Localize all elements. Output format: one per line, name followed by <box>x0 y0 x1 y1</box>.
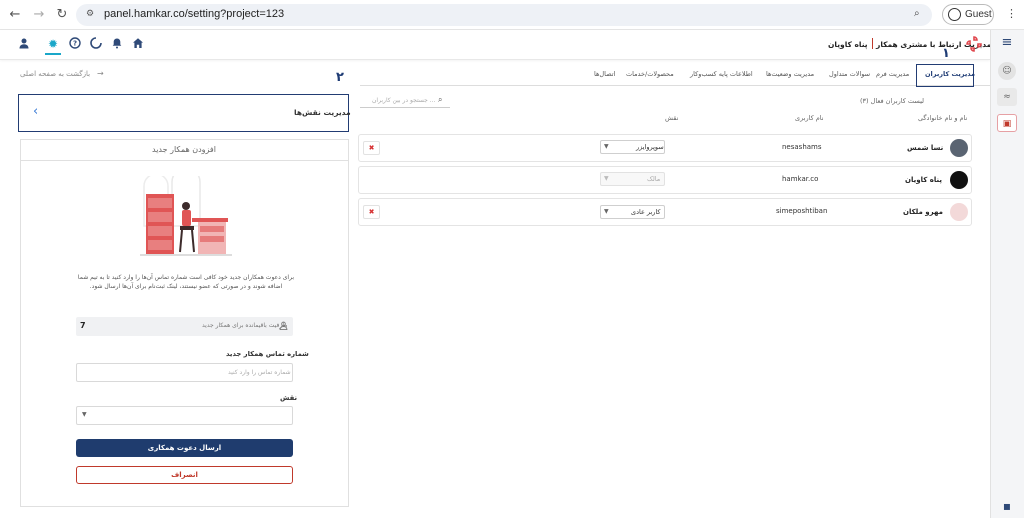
forward-arrow-icon[interactable]: → <box>30 6 48 24</box>
browser-menu-icon[interactable]: ⋮ <box>1006 7 1017 20</box>
role-select-value: کاربر عادی <box>631 208 661 216</box>
chevron-down-icon: ▼ <box>604 175 609 182</box>
marker-1: ۱ <box>942 46 950 61</box>
remove-user-button[interactable]: ✖ <box>363 141 380 155</box>
invite-card-title: افزودن همکار جدید <box>152 145 216 154</box>
user-username: nesashams <box>782 143 822 151</box>
user-row[interactable] <box>358 198 972 226</box>
tab-business-info[interactable]: اطلاعات پایه کسب‌وکار <box>690 70 753 78</box>
refresh-circle-icon[interactable] <box>89 37 103 51</box>
user-icon[interactable] <box>17 37 31 51</box>
chevron-left-icon[interactable]: ‹ <box>33 104 38 119</box>
user-full-name: پناه کاویان <box>905 176 942 184</box>
active-users-count: لیست کاربران فعال (۳) <box>860 97 925 105</box>
phone-number-placeholder: شماره تماس را وارد کنید <box>228 369 291 376</box>
sidebar-contacts-icon[interactable]: ▣ <box>997 114 1017 132</box>
users-search-placeholder: جستجو در بین کاربران ... <box>372 97 436 104</box>
back-link-arrow-icon: → <box>97 69 104 78</box>
role-select-value: مالک <box>647 175 661 183</box>
role-dropdown[interactable] <box>76 406 293 425</box>
column-header-role: نقش <box>665 114 679 122</box>
back-arrow-icon[interactable]: ← <box>6 6 24 24</box>
remove-user-button[interactable]: ✖ <box>363 205 380 219</box>
tab-form-management[interactable]: مدیریت فرم <box>876 70 909 78</box>
company-name: پناه کاویان <box>828 40 868 49</box>
brand-logo[interactable] <box>966 36 982 56</box>
user-username: simeposhtiban <box>776 207 828 215</box>
search-icon[interactable]: ⌕ <box>438 95 442 105</box>
column-header-name: نام و نام خانوادگی <box>918 114 968 122</box>
site-info-icon[interactable]: ⚙ <box>86 9 94 19</box>
user-full-name: نسا شمس <box>907 144 944 152</box>
profile-icon <box>948 8 961 21</box>
zoom-icon[interactable]: ⌕ <box>914 8 920 19</box>
sidebar-chart-icon[interactable]: ≈ <box>997 88 1017 106</box>
chevron-down-icon: ▼ <box>604 208 609 215</box>
tab-status-management[interactable]: مدیریت وضعیت‌ها <box>766 70 814 78</box>
user-row[interactable] <box>358 134 972 162</box>
sidebar-avatar-icon[interactable]: ☺ <box>998 62 1016 80</box>
brand-separator <box>872 38 873 49</box>
help-icon[interactable]: ? <box>68 37 82 51</box>
capacity-value: 7 <box>80 321 86 330</box>
reload-icon[interactable]: ↻ <box>53 6 71 24</box>
user-row[interactable] <box>358 166 972 194</box>
cancel-button[interactable]: انصراف <box>76 466 293 484</box>
phone-field-label: شماره تماس همکار جدید <box>226 350 309 358</box>
send-invite-button[interactable]: ارسال دعوت همکاری <box>76 439 293 457</box>
settings-active-indicator <box>45 53 61 55</box>
roles-management-title: مدیریت نقش‌ها <box>294 108 351 117</box>
hamburger-menu-icon[interactable]: ≡ <box>997 34 1017 52</box>
svg-text:?: ? <box>73 40 77 48</box>
invite-description: برای دعوت همکاران جدید خود کافی است شمار… <box>77 274 295 290</box>
avatar <box>950 139 968 157</box>
tab-users-management[interactable]: مدیریت کاربران <box>925 70 975 78</box>
team-illustration <box>140 167 232 262</box>
avatar <box>950 203 968 221</box>
settings-gear-icon[interactable]: ✹ <box>46 37 60 51</box>
url-text[interactable]: panel.hamkar.co/setting?project=123 <box>104 8 284 20</box>
user-username: hamkar.co <box>782 175 819 183</box>
avatar <box>950 171 968 189</box>
role-select-value: سوپروایزر <box>636 143 664 151</box>
back-link-text: بازگشت به صفحه اصلی <box>20 70 91 78</box>
chevron-down-icon: ▼ <box>604 143 609 150</box>
bell-icon[interactable] <box>110 37 124 51</box>
sidebar-briefcase-icon[interactable]: ▪ <box>997 497 1017 515</box>
tab-integrations[interactable]: اتصال‌ها <box>594 70 615 78</box>
tab-products-services[interactable]: محصولات/خدمات <box>626 70 674 78</box>
tabs-divider <box>360 85 990 86</box>
capacity-label: ظرفیت باقیمانده برای همکار جدید <box>202 322 288 329</box>
home-icon[interactable] <box>131 37 145 51</box>
chevron-down-icon: ▼ <box>82 411 87 418</box>
tab-faq[interactable]: سوالات متداول <box>829 70 870 78</box>
user-outline-icon <box>279 321 288 332</box>
back-to-home-link[interactable]: بازگشت به صفحه اصلی <box>20 70 90 78</box>
user-full-name: مهرو ملکان <box>903 208 943 216</box>
marker-2: ۲ <box>336 70 344 85</box>
invite-card-divider <box>20 160 349 161</box>
role-field-label: نقش <box>280 394 298 402</box>
column-header-username: نام کاربری <box>795 114 824 122</box>
